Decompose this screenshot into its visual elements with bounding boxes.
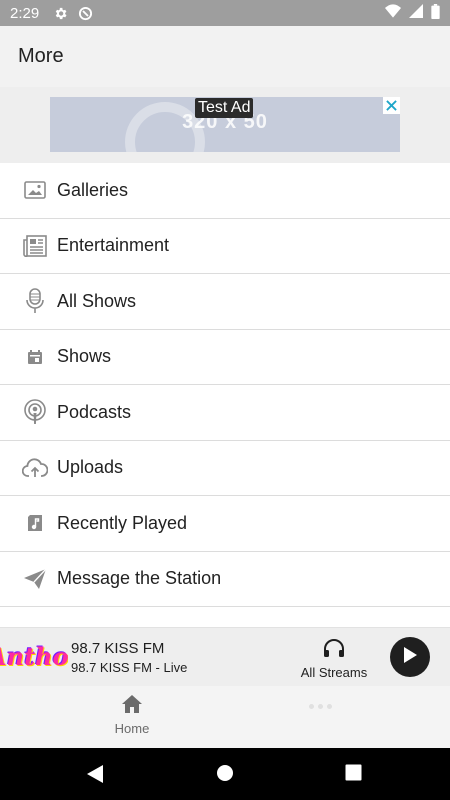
menu-item-label: All Shows [57, 290, 137, 311]
sync-circle-icon [78, 6, 93, 21]
nav-home-label: Home [114, 721, 150, 736]
mini-player[interactable]: Anthony 98.7 KISS FM 98.7 KISS FM - Live… [0, 627, 450, 686]
wifi-icon [385, 4, 401, 22]
menu-item-all-shows[interactable]: All Shows [0, 274, 450, 330]
music-note-icon [22, 510, 48, 536]
play-icon [402, 646, 418, 669]
play-button[interactable] [390, 637, 430, 677]
station-subtitle: 98.7 KISS FM - Live [71, 660, 188, 675]
menu-item-partial[interactable] [0, 607, 450, 627]
page-title: More [18, 45, 64, 67]
podcast-icon [22, 399, 48, 425]
microphone-icon [22, 288, 48, 314]
status-bar: 2:29 [0, 0, 450, 26]
nav-more-tab[interactable] [290, 698, 350, 738]
back-icon[interactable] [86, 764, 104, 789]
menu-item-shows[interactable]: Shows [0, 330, 450, 385]
settings-gear-icon [53, 6, 68, 21]
menu-item-entertainment[interactable]: Entertainment [0, 219, 450, 274]
more-menu-list: Galleries Entertainment All Shows Shows … [0, 163, 450, 627]
all-streams-label: All Streams [300, 665, 368, 680]
menu-item-label: Galleries [57, 179, 129, 200]
more-dot-icon [326, 704, 332, 709]
headphones-icon [323, 639, 345, 662]
ad-close-icon[interactable] [383, 97, 400, 114]
home-circle-icon[interactable] [216, 764, 234, 787]
menu-item-message-the-station[interactable]: Message the Station [0, 552, 450, 607]
menu-item-uploads[interactable]: Uploads [0, 441, 450, 496]
more-dot-icon [317, 704, 323, 709]
menu-item-galleries[interactable]: Galleries [0, 163, 450, 219]
test-ad-label: Test Ad [195, 98, 254, 118]
menu-item-label: Shows [57, 346, 112, 367]
menu-item-label: Uploads [57, 457, 124, 478]
menu-item-label: Recently Played [57, 512, 188, 533]
signal-icon [409, 4, 423, 22]
page-header: More [0, 26, 450, 87]
status-time: 2:29 [10, 4, 40, 22]
calendar-icon [22, 344, 48, 370]
menu-item-podcasts[interactable]: Podcasts [0, 385, 450, 441]
image-icon [22, 177, 48, 203]
menu-item-recently-played[interactable]: Recently Played [0, 496, 450, 552]
menu-item-label: Podcasts [57, 401, 132, 422]
send-icon [22, 566, 48, 592]
battery-icon [431, 3, 440, 23]
station-name: 98.7 KISS FM [71, 640, 165, 657]
station-logo-text: Anthony [0, 642, 68, 671]
newspaper-icon [22, 233, 48, 259]
nav-home-tab[interactable]: Home [102, 694, 162, 736]
menu-item-label: Entertainment [57, 235, 170, 256]
system-navigation-bar [0, 748, 450, 800]
more-dot-icon [308, 704, 314, 709]
menu-item-label: Message the Station [57, 568, 222, 589]
station-logo: Anthony [0, 634, 68, 680]
cloud-upload-icon [22, 455, 48, 481]
bottom-navigation: Home [0, 686, 450, 748]
all-streams-button[interactable]: All Streams [298, 638, 370, 680]
home-icon [121, 695, 143, 718]
recents-icon[interactable] [345, 764, 362, 786]
